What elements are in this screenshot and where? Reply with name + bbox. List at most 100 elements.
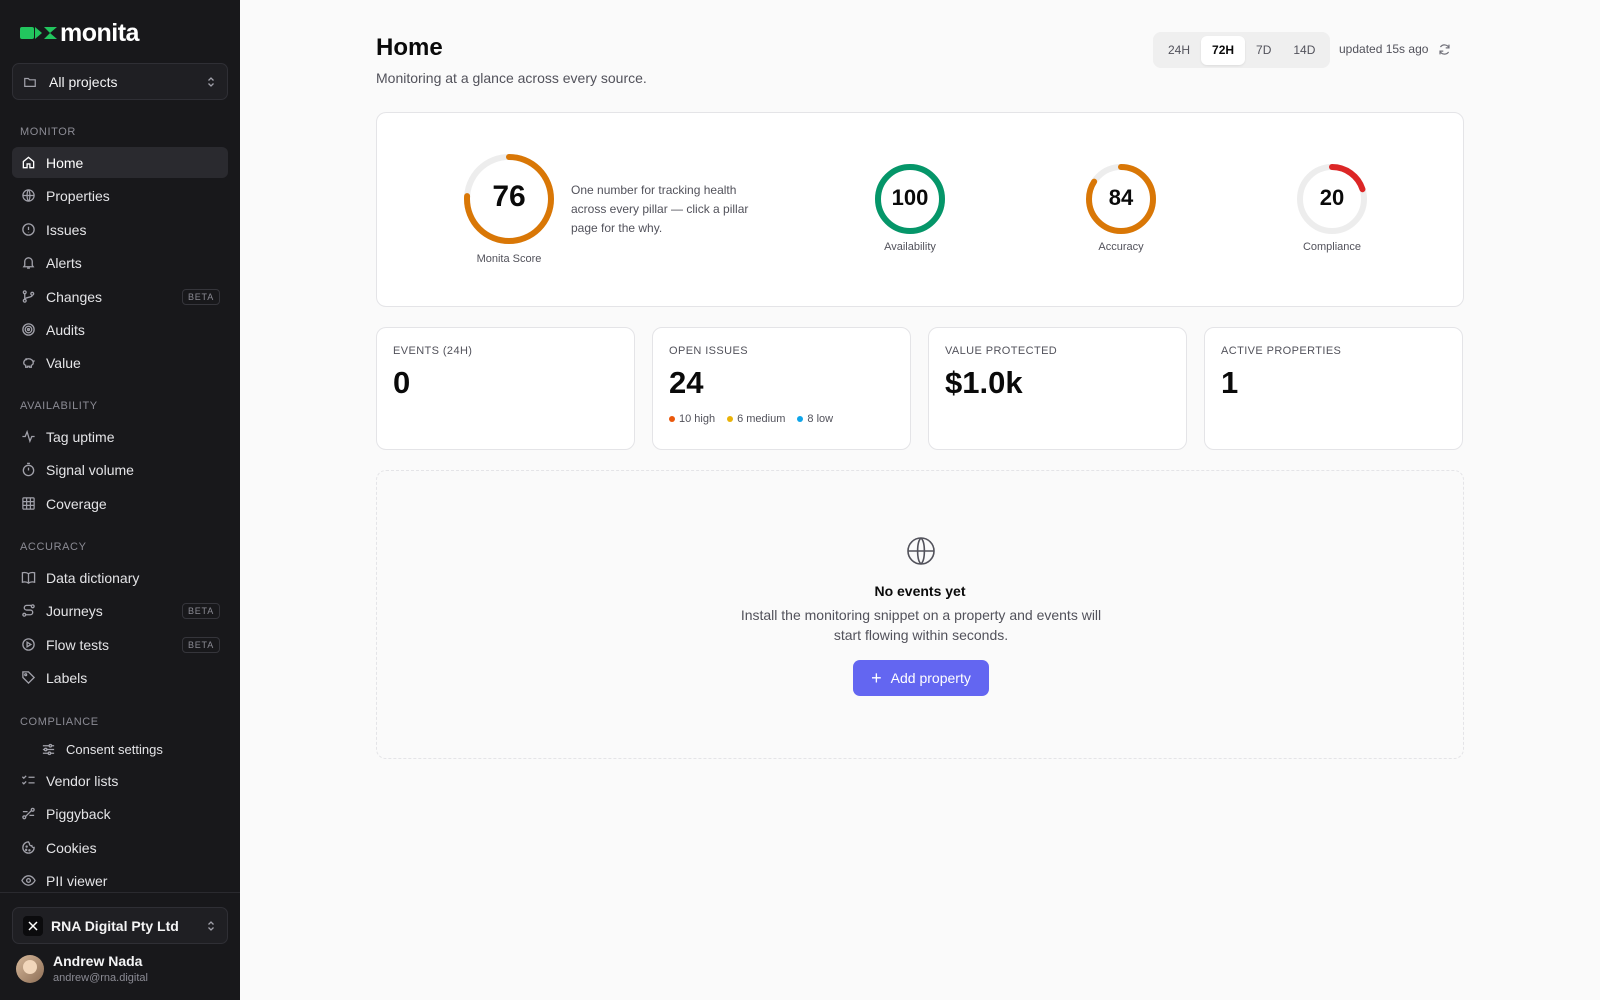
sidebar-item-labels[interactable]: Labels [12, 662, 228, 693]
list-checks-icon [20, 773, 36, 789]
stat-label: OPEN ISSUES [669, 345, 748, 357]
empty-state-title: No events yet [874, 583, 966, 599]
updated-text: updated 15s ago [1339, 42, 1429, 56]
avatar [16, 954, 44, 983]
sidebar-item-audits[interactable]: Audits [12, 314, 228, 345]
compliance-gauge[interactable]: 20 Compliance [1292, 163, 1372, 253]
sidebar-item-journeys[interactable]: Journeys BETA [12, 595, 228, 626]
sidebar-item-issues[interactable]: Issues [12, 214, 228, 245]
sidebar-item-label: Cookies [46, 839, 97, 856]
logo-text: monita [60, 18, 139, 47]
globe-icon [905, 535, 937, 572]
sidebar-item-label: Issues [46, 221, 87, 238]
accuracy-gauge[interactable]: 84 Accuracy [1081, 163, 1161, 253]
sidebar-item-value[interactable]: Value [12, 347, 228, 378]
stat-label: ACTIVE PROPERTIES [1221, 345, 1342, 357]
sidebar-item-label: Value [46, 354, 81, 371]
sidebar-item-properties[interactable]: Properties [12, 180, 228, 211]
sidebar: monita All projects MONITOR Home Propert… [0, 0, 240, 1000]
target-icon [20, 322, 36, 338]
beta-badge: BETA [181, 602, 220, 619]
org-logo-icon [23, 915, 43, 936]
eye-icon [20, 873, 36, 889]
empty-state-card: No events yet Install the monitoring sni… [376, 470, 1464, 759]
logo[interactable]: monita [20, 18, 139, 47]
user-email: andrew@rna.digital [53, 972, 148, 984]
add-property-label: Add property [890, 670, 971, 686]
sidebar-item-label: Home [46, 154, 84, 171]
user-profile[interactable]: Andrew Nada andrew@rna.digital [16, 953, 148, 984]
bell-icon [20, 255, 36, 271]
section-accuracy: ACCURACY [20, 541, 87, 553]
refresh-icon[interactable] [1438, 43, 1451, 56]
stat-label: VALUE PROTECTED [945, 345, 1058, 357]
availability-label: Availability [884, 241, 936, 253]
severity-dot [797, 416, 804, 422]
monita-score-gauge[interactable]: 76 Monita Score [463, 153, 555, 265]
sidebar-item-changes[interactable]: Changes BETA [12, 281, 228, 312]
sidebar-item-alerts[interactable]: Alerts [12, 247, 228, 278]
stat-value: $1.0k [945, 365, 1023, 400]
sidebar-item-flow-tests[interactable]: Flow tests BETA [12, 629, 228, 660]
project-selector-label: All projects [49, 73, 118, 90]
add-property-button[interactable]: + Add property [853, 660, 989, 696]
org-selector[interactable]: RNA Digital Pty Ltd [12, 907, 228, 944]
issue-level-label: 8 low [807, 413, 834, 425]
sidebar-item-coverage[interactable]: Coverage [12, 488, 228, 519]
org-name: RNA Digital Pty Ltd [51, 917, 179, 934]
sidebar-item-vendor-lists[interactable]: Vendor lists [12, 765, 228, 796]
events-stat-card[interactable]: EVENTS (24H) 0 [376, 327, 635, 450]
tag-icon [20, 670, 36, 686]
issue-level-low: 8 low [797, 413, 833, 425]
compliance-label: Compliance [1302, 241, 1362, 253]
sidebar-item-data-dictionary[interactable]: Data dictionary [12, 562, 228, 593]
page-title: Home [376, 34, 443, 61]
cookie-icon [20, 840, 36, 856]
folder-icon [23, 74, 39, 90]
stat-value: 24 [669, 365, 704, 400]
sidebar-item-label: Flow tests [46, 636, 110, 653]
alert-circle-icon [20, 222, 36, 238]
time-range-selector: 24H 72H 7D 14D [1153, 32, 1331, 68]
value-protected-stat-card[interactable]: VALUE PROTECTED $1.0k [928, 327, 1187, 450]
section-availability: AVAILABILITY [20, 400, 98, 412]
accuracy-label: Accuracy [1098, 241, 1144, 253]
sidebar-item-label: Labels [46, 669, 88, 686]
sidebar-item-label: Tag uptime [46, 428, 115, 445]
score-description: One number for tracking health across ev… [571, 183, 749, 235]
range-7d-button[interactable]: 7D [1245, 36, 1282, 65]
sidebar-item-label: Properties [46, 187, 110, 204]
open-issues-stat-card[interactable]: OPEN ISSUES 24 10 high 6 medium 8 low [652, 327, 911, 450]
range-24h-button[interactable]: 24H [1157, 36, 1201, 65]
availability-value: 100 [891, 185, 929, 210]
monita-score-value: 76 [492, 180, 526, 213]
sidebar-item-label: PII viewer [46, 872, 108, 889]
availability-gauge[interactable]: 100 Availability [870, 163, 950, 253]
chevron-up-down-icon [205, 76, 217, 88]
range-72h-button[interactable]: 72H [1201, 35, 1246, 65]
play-circle-icon [20, 637, 36, 653]
sidebar-item-signal-volume[interactable]: Signal volume [12, 454, 228, 485]
beta-badge: BETA [181, 288, 220, 305]
sidebar-item-home[interactable]: Home [12, 147, 228, 178]
link-chain-icon [20, 806, 36, 822]
range-14d-button[interactable]: 14D [1282, 36, 1326, 65]
sidebar-item-label: Signal volume [46, 461, 134, 478]
stat-label: EVENTS (24H) [393, 345, 473, 357]
activity-icon [20, 429, 36, 445]
book-icon [20, 570, 36, 586]
empty-state-description: Install the monitoring snippet on a prop… [740, 607, 1102, 643]
timer-icon [20, 462, 36, 478]
issue-severity-breakdown: 10 high 6 medium 8 low [669, 413, 894, 425]
sidebar-item-tag-uptime[interactable]: Tag uptime [12, 421, 228, 452]
sidebar-item-consent-settings[interactable]: Consent settings [12, 734, 228, 765]
compliance-value: 20 [1319, 185, 1345, 210]
sidebar-item-piggyback[interactable]: Piggyback [12, 798, 228, 829]
sidebar-item-cookies[interactable]: Cookies [12, 832, 228, 863]
active-properties-stat-card[interactable]: ACTIVE PROPERTIES 1 [1204, 327, 1463, 450]
project-selector[interactable]: All projects [12, 63, 228, 100]
sidebar-item-label: Audits [46, 321, 85, 338]
git-branch-icon [20, 289, 36, 305]
sidebar-item-label: Alerts [46, 254, 82, 271]
section-compliance: COMPLIANCE [20, 716, 99, 728]
